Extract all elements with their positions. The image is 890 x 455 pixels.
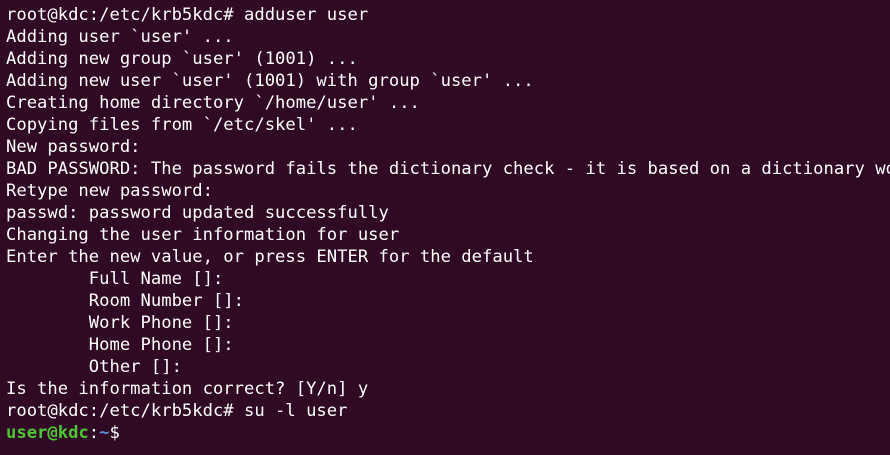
- terminal-line: Enter the new value, or press ENTER for …: [6, 247, 534, 267]
- terminal-line: passwd: password updated successfully: [6, 203, 389, 223]
- terminal-line: Other []:: [6, 357, 182, 377]
- prompt-symbol: $: [109, 423, 120, 443]
- terminal-prompt-line[interactable]: user@kdc:~$: [6, 422, 890, 444]
- prompt-path: ~: [99, 423, 110, 443]
- terminal-line: Work Phone []:: [6, 313, 234, 333]
- terminal-line: BAD PASSWORD: The password fails the dic…: [6, 159, 890, 179]
- terminal-window[interactable]: root@kdc:/etc/krb5kdc# adduser user Addi…: [0, 0, 890, 455]
- terminal-line: Retype new password:: [6, 181, 213, 201]
- terminal-line: root@kdc:/etc/krb5kdc# adduser user: [6, 5, 369, 25]
- terminal-line: Adding new user `user' (1001) with group…: [6, 71, 534, 91]
- terminal-line: Home Phone []:: [6, 335, 234, 355]
- terminal-line: root@kdc:/etc/krb5kdc# su -l user: [6, 401, 348, 421]
- terminal-line: Adding user `user' ...: [6, 27, 234, 47]
- terminal-line: Copying files from `/etc/skel' ...: [6, 115, 358, 135]
- prompt-separator: :: [88, 423, 100, 443]
- terminal-line: Adding new group `user' (1001) ...: [6, 49, 358, 69]
- terminal-line: Is the information correct? [Y/n] y: [6, 379, 369, 399]
- terminal-line: Creating home directory `/home/user' ...: [6, 93, 420, 113]
- terminal-line: Full Name []:: [6, 269, 224, 289]
- terminal-line: Room Number []:: [6, 291, 244, 311]
- prompt-user-host: user@kdc: [6, 423, 89, 443]
- terminal-line: Changing the user information for user: [6, 225, 400, 245]
- terminal-line: New password:: [6, 137, 141, 157]
